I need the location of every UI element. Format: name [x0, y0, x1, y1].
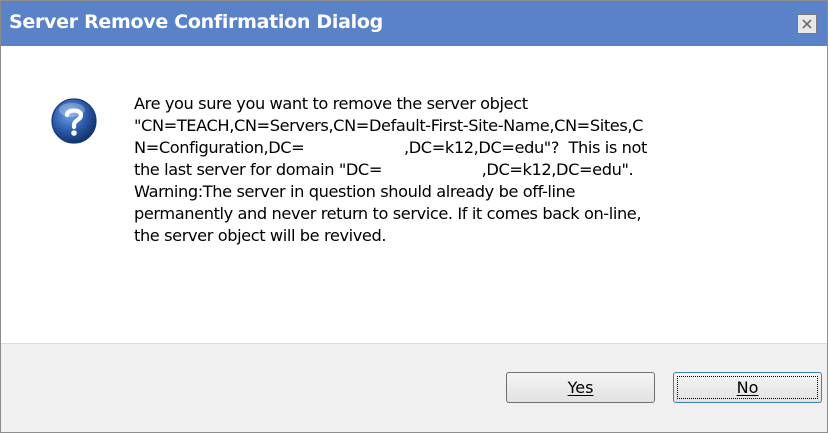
question-icon [51, 98, 97, 144]
confirmation-dialog: Server Remove Confirmation Dialog Are yo… [0, 0, 828, 433]
message-line: Are you sure you want to remove the serv… [134, 94, 528, 113]
button-bar: Yes No [1, 343, 827, 432]
message-text: Are you sure you want to remove the serv… [134, 93, 804, 247]
yes-button-label: Yes [567, 378, 594, 397]
message-line: the last server for domain "DC= ,DC=k12,… [134, 160, 634, 179]
message-line: N=Configuration,DC= ,DC=k12,DC=edu"? Thi… [134, 138, 647, 157]
dialog-title: Server Remove Confirmation Dialog [9, 11, 383, 33]
title-bar[interactable]: Server Remove Confirmation Dialog [1, 1, 827, 46]
close-icon [802, 19, 812, 29]
no-button-label: No [736, 378, 759, 397]
close-button[interactable] [797, 14, 817, 34]
message-line: Warning:The server in question should al… [134, 182, 576, 201]
message-line: "CN=TEACH,CN=Servers,CN=Default-First-Si… [134, 116, 644, 135]
message-line: the server object will be revived. [134, 226, 387, 245]
yes-button[interactable]: Yes [506, 372, 655, 403]
dialog-content: Are you sure you want to remove the serv… [1, 46, 827, 343]
message-line: permanently and never return to service.… [134, 204, 642, 223]
no-button[interactable]: No [673, 372, 822, 403]
